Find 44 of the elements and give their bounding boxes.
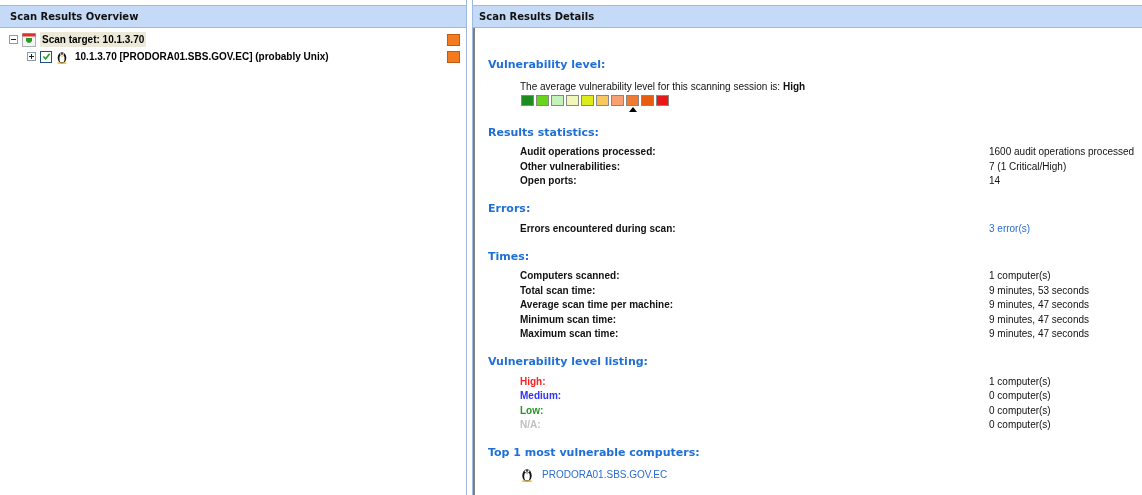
section-heading: Top 1 most vulnerable computers: [488,445,701,460]
stat-value: 0 computer(s) [989,403,1051,418]
section-heading: Vulnerability level listing: [488,354,649,369]
average-level-sentence: The average vulnerability level for this scanning session is: High [520,79,807,94]
stat-label: Average scan time per machine: [520,298,675,313]
checkbox[interactable] [40,50,52,63]
stat-label: Maximum scan time: [520,327,620,342]
stat-value: 0 computer(s) [989,418,1051,433]
stat-value: 9 minutes, 47 seconds [989,298,1090,313]
stat-label: Total scan time: [520,283,597,298]
shield-icon [22,32,36,47]
panel-title: Scan Results Details [479,9,595,24]
stat-label: Computers scanned: [520,269,621,284]
errors-link[interactable]: 3 error(s) [989,220,1031,236]
stat-value: 9 minutes, 53 seconds [989,283,1090,298]
stat-value: 1 computer(s) [989,269,1051,284]
section-heading: Vulnerability level: [488,56,607,72]
stat-label: Audit operations processed: [520,145,657,160]
stat-label: Minimum scan time: [520,312,618,327]
stat-label: Open ports: [520,174,578,189]
stat-value: 7 (1 Critical/High) [989,159,1067,174]
stat-value: 9 minutes, 47 seconds [989,327,1090,342]
stat-value: 1 computer(s) [989,374,1051,389]
collapse-toggle-icon[interactable] [9,35,18,44]
tree-item-label[interactable]: Scan target: 10.1.3.70 [40,32,147,47]
stat-label: N/A: [520,418,542,433]
stat-label: Errors encountered during scan: [520,221,677,236]
section-heading: Results statistics: [488,124,600,140]
stat-value: 14 [989,174,1001,189]
stat-label: Other vulnerabilities: [520,159,622,174]
stat-label: High: [520,374,547,389]
section-heading: Times: [488,248,531,264]
stat-value: 0 computer(s) [989,389,1051,404]
penguin-icon [56,49,68,64]
penguin-icon [520,466,534,482]
expand-toggle-icon[interactable] [27,52,36,61]
section-heading: Errors: [488,201,532,216]
tree-item-label[interactable]: 10.1.3.70 [PRODORA01.SBS.GOV.EC] (probably Unix) [73,49,331,64]
computer-link[interactable]: PRODORA01.SBS.GOV.EC [542,466,668,482]
stat-value: 1600 audit operations processed [989,145,1135,160]
stat-label: Medium: [520,389,563,404]
panel-title: Scan Results Overview [10,10,139,24]
stat-label: Low: [520,403,545,418]
stat-value: 9 minutes, 47 seconds [989,312,1090,327]
